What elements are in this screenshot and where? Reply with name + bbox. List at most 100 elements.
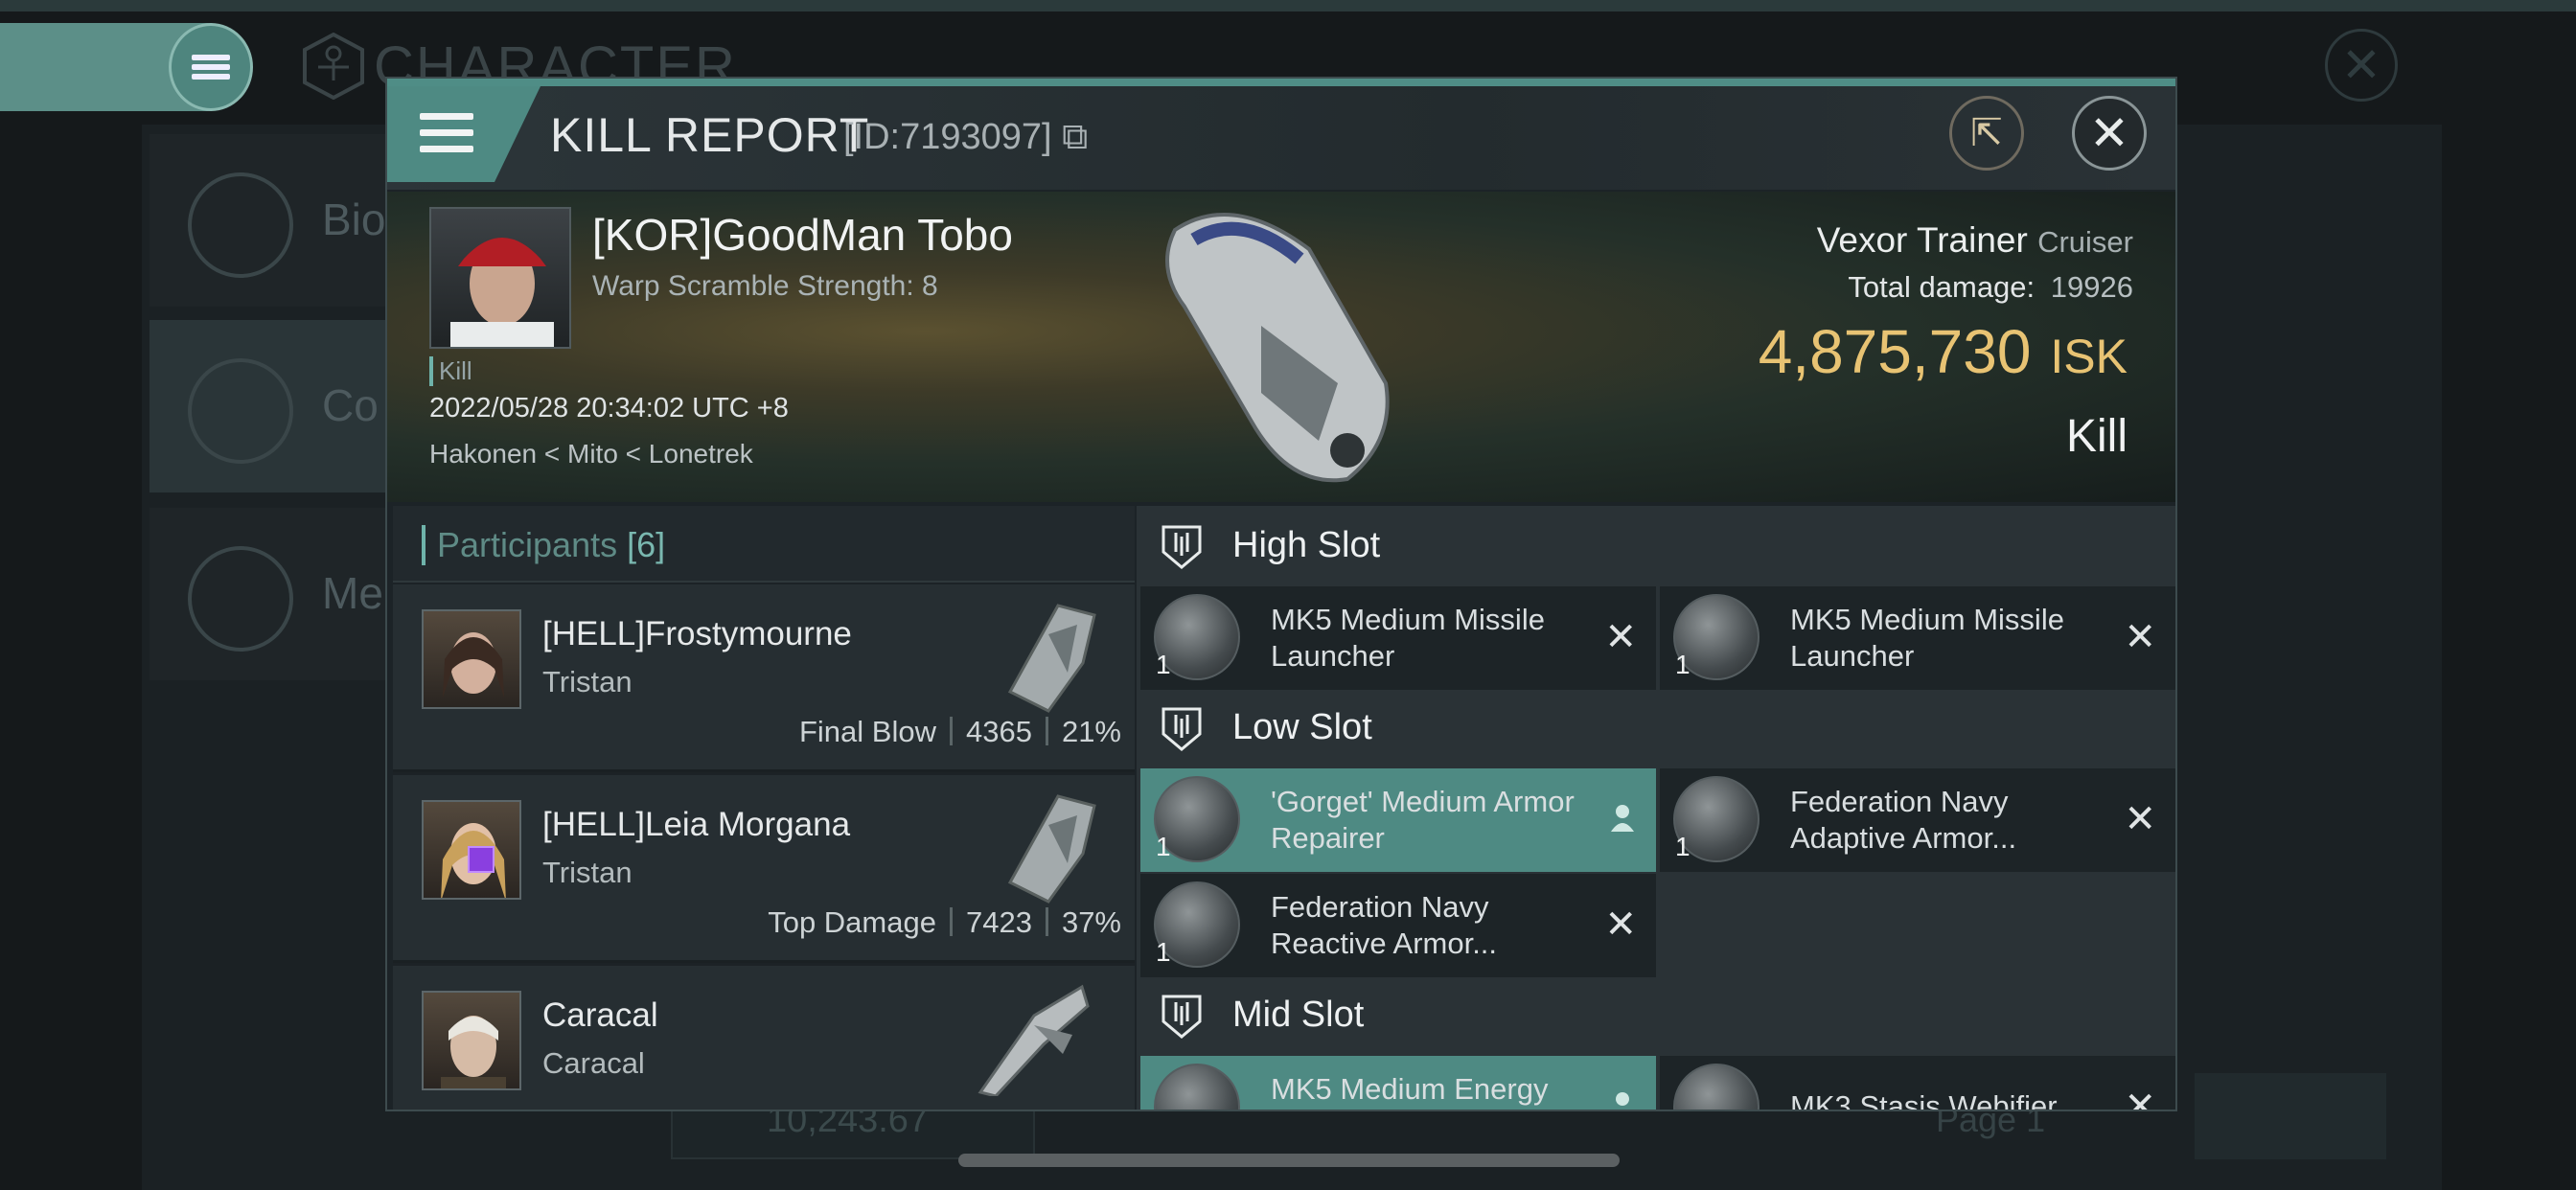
participant-row[interactable]: [HELL]Leia Morgana Tristan Top Damage 742… <box>393 775 1135 963</box>
participant-ship: Tristan <box>542 665 632 698</box>
isk-value: 4,875,730 <box>1758 317 2032 386</box>
high-slot-header: High Slot <box>1137 506 2175 586</box>
destroyed-icon: ✕ <box>2124 1086 2156 1111</box>
damage-percent: 21% <box>1061 715 1121 748</box>
module-item[interactable]: 1 MK5 Medium Missile Launcher ✕ <box>1140 586 1656 690</box>
character-icon <box>303 33 364 100</box>
sidebar-item-label: Co <box>322 380 379 430</box>
module-name: MK3 Stasis Webifier <box>1790 1089 2058 1111</box>
destroyed-icon: ✕ <box>2124 798 2156 840</box>
total-damage-value: 19926 <box>2050 270 2133 304</box>
module-name: MK5 Medium Missile Launcher <box>1271 603 1545 673</box>
kill-id[interactable]: [ID:7193097] ⧉ <box>843 117 1088 158</box>
damage-value: 7423 <box>965 905 1032 939</box>
sidebar-item-bio[interactable]: Bio <box>150 134 399 307</box>
high-slot-icon <box>1162 525 1202 569</box>
implant-badge-icon <box>468 846 494 873</box>
close-button[interactable]: ✕ <box>2072 96 2147 171</box>
mid-slot-header: Mid Slot <box>1137 975 2175 1056</box>
kill-location: Hakonen < Mito < Lonetrek <box>429 439 753 469</box>
damage-percent: 37% <box>1061 905 1121 939</box>
kill-datetime: 2022/05/28 20:34:02 UTC +8 <box>429 393 789 423</box>
kill-type-tag: Kill <box>429 356 472 386</box>
module-item[interactable]: MK3 Stasis Webifier ✕ <box>1660 1056 2175 1111</box>
participants-count: [6] <box>627 525 666 564</box>
participant-name: [HELL]Frostymourne <box>542 615 852 652</box>
module-item[interactable]: 1 'Gorget' Medium Armor Repairer <box>1140 768 1656 872</box>
kill-result: Kill <box>2065 411 2128 462</box>
close-icon: ✕ <box>2089 106 2129 160</box>
ship-name: Vexor Trainer <box>1816 220 2028 260</box>
destroyed-icon: ✕ <box>1604 904 1637 946</box>
participant-row[interactable]: [HELL]Frostymourne Tristan Final Blow 436… <box>393 584 1135 772</box>
participant-name: Caracal <box>542 996 658 1034</box>
participants-label-text: Participants <box>437 525 618 564</box>
stat-label: Final Blow <box>798 715 936 748</box>
module-item[interactable]: 1 Federation Navy Adaptive Armor... ✕ <box>1660 768 2175 872</box>
victim-ship-image <box>1165 213 1390 483</box>
participant-name: [HELL]Leia Morgana <box>542 806 851 843</box>
participants-panel: Participants [6] [HELL]Frostymourne Tris… <box>393 506 1135 1110</box>
home-indicator <box>958 1154 1620 1167</box>
destroyed-icon: ✕ <box>2124 616 2156 658</box>
sidebar-item-combat[interactable]: Co <box>150 320 399 492</box>
close-icon[interactable]: ✕ <box>2325 29 2398 102</box>
low-slot-label: Low Slot <box>1232 707 1372 747</box>
kill-report-modal: KILL REPORT [ID:7193097] ⧉ ⇱ ✕ [KOR]Good… <box>385 77 2177 1111</box>
module-item[interactable]: MK5 Medium Energy <box>1140 1056 1656 1110</box>
top-bar <box>0 0 2576 11</box>
low-slot-header: Low Slot <box>1137 688 2175 768</box>
participant-ship: Tristan <box>542 856 632 889</box>
stasis-webifier-icon <box>1673 1064 1760 1110</box>
victim-name: [KOR]GoodMan Tobo <box>592 210 1013 260</box>
damage-value: 4365 <box>965 715 1032 748</box>
module-qty: 1 <box>1156 650 1171 679</box>
isk-value-row: 4,875,730 ISK <box>1759 316 2128 387</box>
mid-slot-icon <box>1162 995 1202 1039</box>
module-qty: 1 <box>1156 832 1171 861</box>
participants-label: Participants [6] <box>422 525 665 565</box>
participant-stats: Top Damage 7423 37% <box>768 905 1121 940</box>
participant-portrait <box>422 609 521 709</box>
module-item[interactable]: 1 MK5 Medium Missile Launcher ✕ <box>1660 586 2175 690</box>
modal-accent-line <box>387 79 2175 86</box>
module-name: MK5 Medium Energy <box>1271 1072 1549 1106</box>
modal-title: KILL REPORT <box>550 108 870 162</box>
sidebar-item-medals[interactable]: Me <box>150 508 399 680</box>
copy-icon[interactable]: ⧉ <box>1062 117 1088 157</box>
total-damage-row: Total damage: 19926 <box>1848 270 2133 305</box>
stat-label: Top Damage <box>768 905 936 939</box>
module-qty: 1 <box>1675 832 1690 861</box>
participant-ship: Caracal <box>542 1046 645 1080</box>
high-slot-label: High Slot <box>1232 525 1381 565</box>
filter-button[interactable] <box>2195 1073 2386 1159</box>
ship-class: Cruiser <box>2037 225 2133 259</box>
kill-id-text: [ID:7193097] <box>843 117 1052 157</box>
module-item[interactable]: 1 Federation Navy Reactive Armor... ✕ <box>1140 874 1656 977</box>
isk-unit: ISK <box>2050 330 2128 383</box>
portrait-image <box>450 238 554 347</box>
participant-portrait <box>422 991 521 1090</box>
fitting-panel: High Slot 1 MK5 Medium Missile Launcher … <box>1137 506 2175 1111</box>
module-qty: 1 <box>1675 650 1690 679</box>
participant-ship-icon <box>978 984 1090 1096</box>
warp-scramble: Warp Scramble Strength: 8 <box>592 270 938 302</box>
list-icon <box>188 172 293 278</box>
low-slot-icon <box>1162 707 1202 751</box>
main-menu-button[interactable] <box>169 23 253 111</box>
share-button[interactable]: ⇱ <box>1949 96 2024 171</box>
dropped-pilot-icon <box>1616 1092 1629 1106</box>
ship-name-row: Vexor Trainer Cruiser <box>1817 220 2133 261</box>
module-name: 'Gorget' Medium Armor Repairer <box>1271 785 1575 855</box>
module-name: Federation Navy Adaptive Armor... <box>1790 785 2017 855</box>
victim-portrait[interactable] <box>429 207 571 349</box>
dropped-pilot-icon <box>1611 805 1634 832</box>
mid-slot-label: Mid Slot <box>1232 995 1365 1035</box>
star-icon <box>188 546 293 652</box>
module-name: Federation Navy Reactive Armor... <box>1271 890 1498 960</box>
module-qty: 1 <box>1156 937 1171 967</box>
sidebar-item-label: Me <box>322 568 383 618</box>
participant-row[interactable]: Caracal Caracal <box>393 966 1135 1110</box>
total-damage-label: Total damage: <box>1848 270 2036 304</box>
menu-icon <box>420 113 473 157</box>
